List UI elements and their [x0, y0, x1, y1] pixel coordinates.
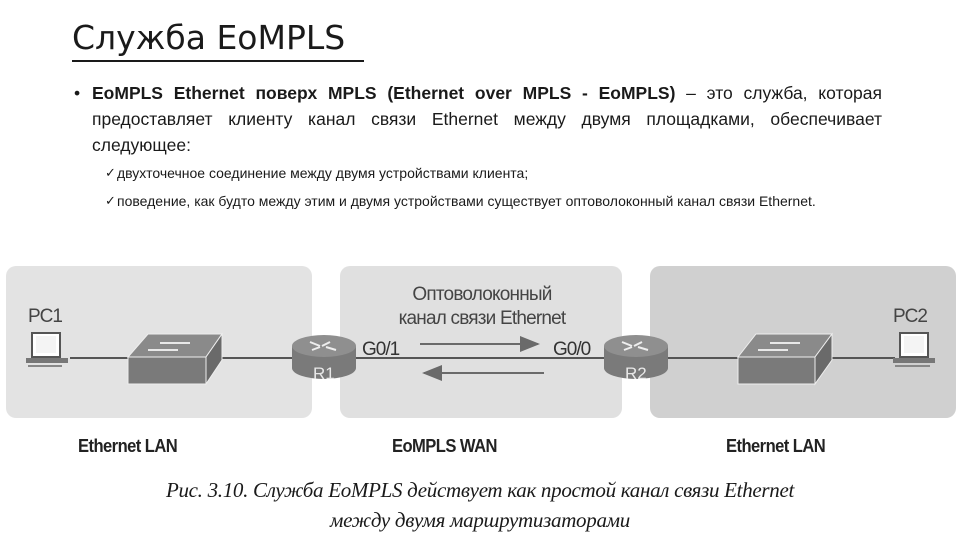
r1-port-label: G0/1	[362, 339, 400, 360]
bullet-bold-text: EoMPLS Ethernet поверх MPLS (Ethernet ov…	[92, 83, 676, 103]
region-label-left-lan: Ethernet LAN	[78, 436, 178, 456]
sub-item-text: двухточечное соединение между двумя устр…	[117, 165, 529, 181]
link-label-line2: канал связи Ethernet	[399, 308, 567, 329]
link-label-line1: Оптоволоконный	[412, 284, 551, 305]
pc2-icon	[893, 332, 935, 367]
pc1-label: PC1	[28, 306, 62, 327]
network-diagram: PC1 R1 G0/1 Оптоволоконный канал связи E…	[6, 266, 956, 418]
slide-title: Служба EoMPLS	[72, 18, 346, 57]
sub-item: ✓ поведение, как будто между этим и двум…	[105, 191, 875, 211]
sub-item-text: поведение, как будто между этим и двумя …	[117, 193, 816, 209]
main-bullet: • EoMPLS Ethernet поверх MPLS (Ethernet …	[74, 80, 882, 158]
figure-caption-line2: между двумя маршрутизаторами	[330, 508, 630, 532]
checkmark-icon: ✓	[105, 193, 116, 208]
figure-caption-line1: Рис. 3.10. Служба EoMPLS действует как п…	[165, 478, 795, 502]
title-underline	[72, 60, 364, 62]
r2-label: R2	[625, 364, 647, 383]
bullet-text: EoMPLS Ethernet поверх MPLS (Ethernet ov…	[74, 80, 882, 158]
bullet-marker: •	[74, 83, 81, 103]
region-label-right-lan: Ethernet LAN	[726, 436, 826, 456]
r2-port-label: G0/0	[553, 339, 591, 360]
checkmark-icon: ✓	[105, 165, 116, 180]
region-label-wan: EoMPLS WAN	[392, 436, 497, 456]
pc2-label: PC2	[893, 306, 927, 327]
r1-label: R1	[313, 364, 335, 383]
switch-2-icon	[736, 332, 833, 386]
switch-1-icon	[126, 332, 223, 386]
sub-item: ✓ двухточечное соединение между двумя ус…	[105, 163, 885, 183]
